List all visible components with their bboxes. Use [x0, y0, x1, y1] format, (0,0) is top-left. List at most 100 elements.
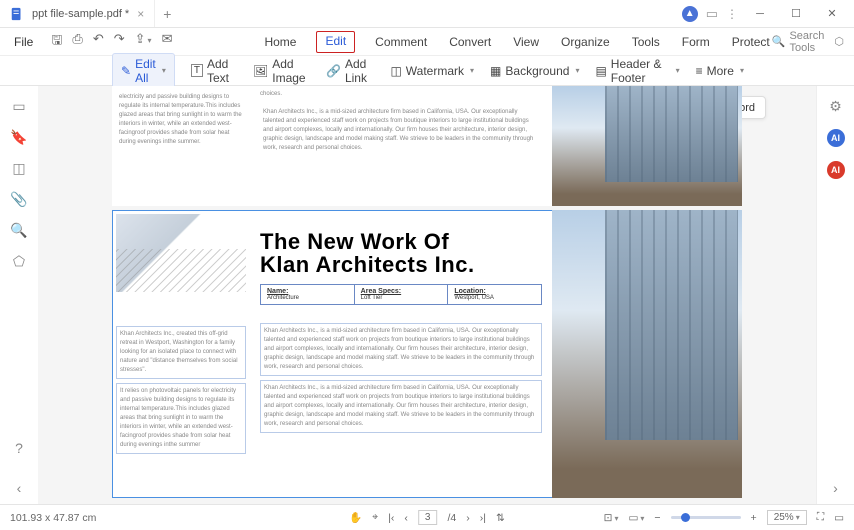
document-tab[interactable]: ppt file-sample.pdf * × [0, 0, 155, 27]
prev-page-icon[interactable]: ‹ [404, 512, 408, 524]
zoom-slider[interactable] [671, 516, 741, 519]
zoom-in-icon[interactable]: + [751, 512, 757, 524]
thumbnails-icon[interactable]: ▭ [12, 98, 25, 115]
dimensions-label: 101.93 x 47.87 cm [10, 512, 96, 524]
sidebar-expand-icon[interactable]: › [833, 480, 838, 496]
new-tab-button[interactable]: + [155, 6, 179, 22]
text-block[interactable]: Khan Architects Inc., is a mid-sized arc… [260, 323, 542, 376]
more-icon: ≡ [696, 64, 703, 78]
search-tools[interactable]: 🔍 Search Tools [772, 30, 825, 54]
watermark-button[interactable]: ◫Watermark [390, 64, 474, 78]
search-icon: 🔍 [772, 35, 786, 48]
minimize-button[interactable]: ─ [746, 2, 774, 26]
add-text-button[interactable]: TAdd Text [191, 57, 237, 85]
edit-all-button[interactable]: ✎Edit All [112, 53, 175, 89]
share-icon[interactable]: ⇪ [135, 31, 152, 53]
title-bar: ppt file-sample.pdf * × + ▲ ▭ ⋮ ─ ☐ ✕ [0, 0, 854, 28]
page-2-partial: electricity and passive building designs… [112, 86, 742, 206]
read-mode-icon[interactable]: ▭ [834, 512, 844, 524]
tab-form[interactable]: Form [680, 31, 712, 53]
save-icon[interactable]: 🖫 [51, 31, 62, 53]
close-window-button[interactable]: ✕ [818, 2, 846, 26]
pdf-file-icon [10, 7, 24, 21]
cloud-icon[interactable]: ⬡ [834, 35, 844, 48]
background-button[interactable]: ▦Background [490, 64, 579, 78]
tab-close-icon[interactable]: × [137, 7, 144, 21]
text-block[interactable]: Khan Architects Inc., is a mid-sized arc… [260, 380, 542, 433]
building-image [552, 210, 742, 498]
background-icon: ▦ [490, 64, 501, 78]
ribbon-tabs: Home Edit Comment Convert View Organize … [262, 31, 771, 53]
undo-icon[interactable]: ↶ [93, 31, 104, 53]
user-avatar[interactable]: ▲ [682, 6, 698, 22]
fit-width-icon[interactable]: ⊡ [604, 512, 619, 524]
page-number-input[interactable]: 3 [418, 510, 438, 525]
page-total: /4 [447, 512, 456, 524]
last-page-icon[interactable]: ›| [480, 512, 486, 524]
hand-tool-icon[interactable]: ✋ [349, 511, 362, 524]
tab-title: ppt file-sample.pdf * [32, 8, 129, 20]
header-footer-icon: ▤ [595, 64, 606, 78]
notifications-icon[interactable]: ▭ [706, 6, 718, 22]
single-page-icon[interactable]: ▭ [628, 512, 644, 524]
tab-home[interactable]: Home [262, 31, 298, 53]
page-3[interactable]: Khan Architects Inc., created this off-g… [112, 210, 742, 498]
document-canvas[interactable]: 📄 PDF To Word electricity and passive bu… [38, 86, 816, 504]
print-icon[interactable]: ⎙ [72, 31, 82, 53]
tab-protect[interactable]: Protect [730, 31, 772, 53]
image-icon: 🖼 [253, 64, 268, 78]
tab-convert[interactable]: Convert [447, 31, 493, 53]
fullscreen-icon[interactable]: ⛶ [817, 511, 824, 524]
sidebar-collapse-icon[interactable]: ‹ [17, 480, 22, 496]
select-tool-icon[interactable]: ⌖ [372, 511, 378, 524]
text-block[interactable]: Khan Architects Inc., created this off-g… [116, 326, 246, 379]
text-block[interactable]: electricity and passive building designs… [116, 90, 246, 150]
text-icon: T [191, 64, 203, 77]
left-sidebar: ▭ 🔖 ◫ 📎 🔍 ⬠ ? ‹ [0, 86, 38, 504]
tab-tools[interactable]: Tools [630, 31, 662, 53]
header-footer-button[interactable]: ▤Header & Footer [595, 57, 679, 85]
tab-view[interactable]: View [511, 31, 541, 53]
3d-icon[interactable]: ⬠ [13, 253, 25, 270]
link-icon: 🔗 [326, 64, 341, 78]
right-sidebar: ⚙ AI AI › [816, 86, 854, 504]
more-button[interactable]: ≡More [696, 64, 744, 78]
building-thumbnail [116, 214, 246, 292]
add-image-button[interactable]: 🖼Add Image [253, 57, 310, 85]
next-page-icon[interactable]: › [466, 512, 470, 524]
search-placeholder: Search Tools [789, 30, 824, 54]
edit-icon: ✎ [121, 64, 131, 78]
status-bar: 101.93 x 47.87 cm ✋ ⌖ |‹ ‹ 3 /4 › ›| ⇅ ⊡… [0, 504, 854, 530]
attachments-icon[interactable]: 📎 [10, 191, 27, 208]
edit-toolbar: ✎Edit All TAdd Text 🖼Add Image 🔗Add Link… [0, 56, 854, 86]
bookmarks-icon[interactable]: 🔖 [10, 129, 27, 146]
first-page-icon[interactable]: |‹ [388, 512, 394, 524]
text-block[interactable]: Khan Architects Inc., is a mid-sized arc… [260, 105, 542, 156]
info-table[interactable]: Name:Architecture Area Specs:Loft Tier L… [260, 284, 542, 305]
kebab-menu-icon[interactable]: ⋮ [726, 7, 738, 21]
building-image [552, 86, 742, 206]
tab-comment[interactable]: Comment [373, 31, 429, 53]
text-block[interactable]: It relies on photovoltaic panels for ele… [116, 383, 246, 454]
page-title[interactable]: The New Work Of Klan Architects Inc. [260, 230, 542, 276]
tab-edit[interactable]: Edit [316, 31, 355, 53]
settings-icon[interactable]: ⚙ [829, 98, 842, 115]
ai-badge[interactable]: AI [827, 129, 845, 147]
text-line: choices. [260, 90, 542, 99]
watermark-icon: ◫ [390, 64, 401, 78]
menu-bar: File 🖫 ⎙ ↶ ↷ ⇪ ✉ Home Edit Comment Conve… [0, 28, 854, 56]
zoom-level[interactable]: 25% [767, 510, 807, 525]
layers-icon[interactable]: ◫ [12, 160, 25, 177]
help-icon[interactable]: ? [15, 440, 23, 456]
redo-icon[interactable]: ↷ [114, 31, 125, 53]
file-menu[interactable]: File [6, 35, 41, 49]
scroll-mode-icon[interactable]: ⇅ [496, 512, 505, 524]
email-icon[interactable]: ✉ [162, 31, 173, 53]
workspace: ▭ 🔖 ◫ 📎 🔍 ⬠ ? ‹ 📄 PDF To Word electricit… [0, 86, 854, 504]
tab-organize[interactable]: Organize [559, 31, 612, 53]
maximize-button[interactable]: ☐ [782, 2, 810, 26]
nav-search-icon[interactable]: 🔍 [10, 222, 27, 239]
ai-red-badge[interactable]: AI [827, 161, 845, 179]
add-link-button[interactable]: 🔗Add Link [326, 57, 374, 85]
zoom-out-icon[interactable]: − [654, 512, 660, 524]
